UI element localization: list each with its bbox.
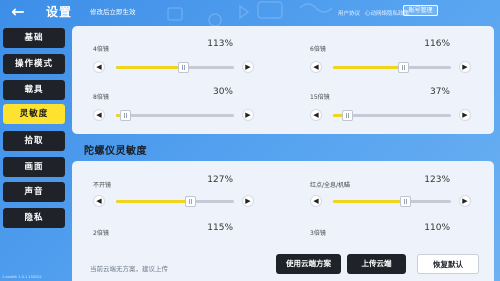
back-arrow-icon[interactable]: ← bbox=[7, 4, 29, 20]
slider-value: 113% bbox=[207, 39, 233, 49]
slider-value: 123% bbox=[424, 175, 450, 185]
slider-track-red-dot[interactable] bbox=[333, 196, 451, 207]
restore-default-button[interactable]: 恢复默认 bbox=[417, 254, 479, 274]
slider-value: 116% bbox=[424, 39, 450, 49]
cloud-hint-text: 当前云端无方案，建议上传 bbox=[90, 265, 168, 273]
upload-cloud-button[interactable]: 上传云端 bbox=[347, 254, 406, 274]
chevron-left-icon[interactable]: ◀ bbox=[310, 195, 322, 207]
user-agreement-link[interactable]: 用户协议 bbox=[338, 9, 360, 17]
slider-value: 115% bbox=[207, 223, 233, 233]
sidebar-item-basic[interactable]: 基础 bbox=[3, 28, 65, 48]
slider-thumb[interactable] bbox=[342, 110, 354, 121]
chevron-right-icon[interactable]: ▶ bbox=[459, 61, 471, 73]
chevron-left-icon[interactable]: ◀ bbox=[93, 195, 105, 207]
sidebar-item-control-mode[interactable]: 操作模式 bbox=[3, 54, 65, 74]
slider-track-8x[interactable] bbox=[116, 110, 234, 121]
slider-label: 红点/全息/机瞄 bbox=[310, 182, 351, 189]
slider-thumb[interactable] bbox=[399, 196, 411, 207]
slider-label: 6倍镜 bbox=[310, 46, 326, 53]
version-text: 1.codefn 1.0.1 150202 bbox=[2, 275, 42, 279]
chevron-left-icon[interactable]: ◀ bbox=[93, 61, 105, 73]
sidebar-item-sensitivity[interactable]: 灵敏度 bbox=[3, 104, 65, 124]
slider-label: 不开镜 bbox=[93, 182, 112, 189]
slider-fill bbox=[116, 200, 191, 203]
slider-thumb[interactable] bbox=[185, 196, 197, 207]
slider-thumb[interactable] bbox=[120, 110, 132, 121]
slider-label: 15倍镜 bbox=[310, 94, 330, 101]
slider-value: 37% bbox=[429, 87, 450, 97]
slider-thumb[interactable] bbox=[178, 62, 190, 73]
slider-value: 30% bbox=[212, 87, 233, 97]
chevron-right-icon[interactable]: ▶ bbox=[242, 109, 254, 121]
sidebar-item-graphics[interactable]: 画面 bbox=[3, 157, 65, 177]
sidebar-item-vehicle[interactable]: 载具 bbox=[3, 80, 65, 100]
slider-label: 3倍镜 bbox=[310, 230, 326, 237]
gyro-section-title: 陀螺仪灵敏度 bbox=[84, 146, 147, 157]
chevron-left-icon[interactable]: ◀ bbox=[310, 61, 322, 73]
sidebar-item-privacy[interactable]: 隐私 bbox=[3, 208, 65, 228]
slider-fill bbox=[333, 200, 405, 203]
slider-label: 8倍镜 bbox=[93, 94, 109, 101]
slider-fill bbox=[333, 66, 403, 69]
slider-thumb[interactable] bbox=[397, 62, 409, 73]
slider-fill bbox=[116, 66, 184, 69]
slider-track-no-scope[interactable] bbox=[116, 196, 234, 207]
chevron-right-icon[interactable]: ▶ bbox=[242, 61, 254, 73]
slider-track-4x[interactable] bbox=[116, 62, 234, 73]
chevron-left-icon[interactable]: ◀ bbox=[93, 109, 105, 121]
use-cloud-scheme-button[interactable]: 使用云端方案 bbox=[276, 254, 341, 274]
sidebar-item-sound[interactable]: 声音 bbox=[3, 182, 65, 202]
chevron-right-icon[interactable]: ▶ bbox=[459, 109, 471, 121]
notice-text: 修改后立即生效 bbox=[90, 8, 136, 16]
page-title: 设置 bbox=[46, 5, 73, 19]
sidebar-item-pickup[interactable]: 拾取 bbox=[3, 131, 65, 151]
chevron-left-icon[interactable]: ◀ bbox=[310, 109, 322, 121]
chevron-right-icon[interactable]: ▶ bbox=[242, 195, 254, 207]
slider-value: 127% bbox=[207, 175, 233, 185]
slider-track-15x[interactable] bbox=[333, 110, 451, 121]
slider-label: 2倍镜 bbox=[93, 230, 109, 237]
chevron-right-icon[interactable]: ▶ bbox=[459, 195, 471, 207]
account-management-button[interactable]: 账号管理 bbox=[403, 5, 438, 16]
slider-track-6x[interactable] bbox=[333, 62, 451, 73]
slider-value: 110% bbox=[424, 223, 450, 233]
slider-label: 4倍镜 bbox=[93, 46, 109, 53]
